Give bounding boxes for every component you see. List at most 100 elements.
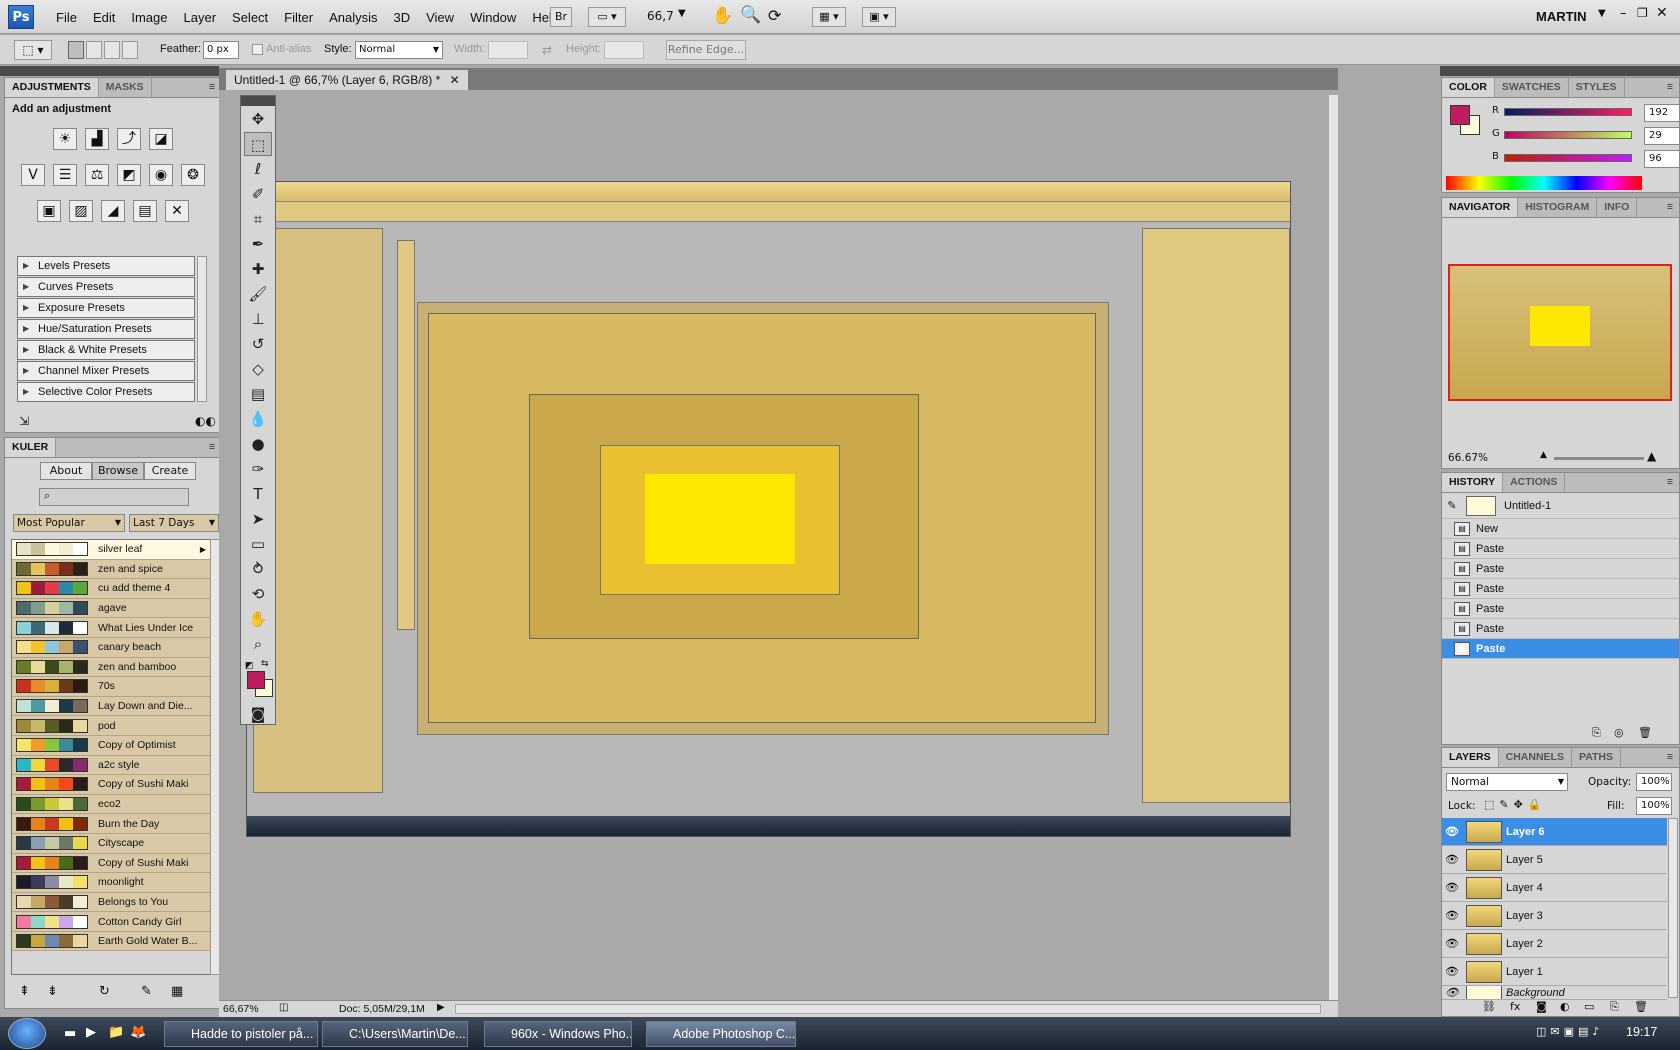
menu-select[interactable]: Select: [224, 10, 276, 25]
kuler-theme-row[interactable]: agave: [12, 598, 210, 619]
tab-layers[interactable]: LAYERS: [1442, 748, 1499, 767]
g-slider[interactable]: [1504, 131, 1632, 139]
menu-analysis[interactable]: Analysis: [321, 10, 385, 25]
kuler-theme-row[interactable]: Earth Gold Water B...: [12, 931, 210, 952]
arrange-documents-button[interactable]: ▦ ▾: [812, 7, 846, 27]
photo-filter-icon[interactable]: ◉: [149, 164, 173, 186]
move-tool-icon[interactable]: ✥: [244, 107, 272, 131]
hue-saturation-icon[interactable]: ☰: [53, 164, 77, 186]
3d-rotate-tool-icon[interactable]: ⥁: [244, 557, 272, 581]
type-tool-icon[interactable]: T: [244, 482, 272, 506]
kuler-theme-row[interactable]: Cotton Candy Girl: [12, 912, 210, 932]
new-snapshot-icon[interactable]: ◎: [1614, 726, 1624, 739]
explorer-icon[interactable]: 📁: [108, 1025, 124, 1040]
start-button[interactable]: [8, 1018, 46, 1049]
new-selection-icon[interactable]: [68, 41, 84, 59]
color-balance-icon[interactable]: ⚖: [85, 164, 109, 186]
kuler-theme-row[interactable]: Copy of Sushi Maki: [12, 853, 210, 874]
next-set-icon[interactable]: ⇟: [47, 984, 58, 999]
r-slider[interactable]: [1504, 108, 1632, 116]
feather-input[interactable]: 0 px: [203, 41, 239, 59]
kuler-theme-row[interactable]: eco2: [12, 794, 210, 815]
black-white-icon[interactable]: ◩: [117, 164, 141, 186]
tab-info[interactable]: INFO: [1597, 198, 1638, 217]
preset-levels[interactable]: Levels Presets: [17, 256, 195, 276]
layer-row[interactable]: 👁 Layer 3: [1442, 902, 1667, 930]
eye-icon[interactable]: 👁: [1442, 965, 1462, 978]
navigator-zoom-slider[interactable]: [1554, 457, 1644, 460]
intersect-selection-icon[interactable]: [122, 41, 138, 59]
layers-menu-icon[interactable]: ≡: [1661, 748, 1679, 767]
kuler-theme-row[interactable]: Burn the Day: [12, 814, 210, 834]
zoom-tool-icon[interactable]: 🔍: [740, 5, 761, 25]
zoom-tool-icon-2[interactable]: ⌕: [244, 632, 272, 656]
blend-mode-select[interactable]: Normal ▼: [1446, 773, 1568, 791]
menu-file[interactable]: File: [48, 10, 85, 25]
edit-theme-icon[interactable]: ✎: [141, 984, 152, 999]
kuler-time-select[interactable]: Last 7 Days ▼: [129, 514, 219, 532]
fill-input[interactable]: 100%: [1636, 797, 1672, 815]
close-tab-icon[interactable]: ✕: [450, 73, 460, 87]
layer-row[interactable]: 👁 Layer 6: [1442, 818, 1667, 846]
status-menu-icon[interactable]: ▶: [437, 1002, 445, 1013]
path-selection-tool-icon[interactable]: ➤: [244, 507, 272, 531]
kuler-theme-row[interactable]: Copy of Sushi Maki: [12, 775, 210, 795]
tab-channels[interactable]: CHANNELS: [1499, 748, 1572, 767]
swap-colors-icon[interactable]: ⇆: [261, 659, 269, 669]
tab-masks[interactable]: MASKS: [99, 78, 152, 97]
preset-curves[interactable]: Curves Presets: [17, 277, 195, 297]
menu-view[interactable]: View: [418, 10, 462, 25]
menu-filter[interactable]: Filter: [276, 10, 321, 25]
exposure-icon[interactable]: ◪: [149, 128, 173, 150]
chevron-down-icon[interactable]: ▼: [678, 8, 686, 19]
delete-layer-icon[interactable]: 🗑: [1634, 1000, 1648, 1013]
history-item[interactable]: ▤ Paste: [1442, 539, 1679, 559]
eyedropper-tool-icon[interactable]: ✒: [244, 232, 272, 256]
vibrance-icon[interactable]: V: [21, 164, 45, 186]
kuler-theme-row[interactable]: silver leaf ▶: [12, 540, 210, 560]
add-mask-icon[interactable]: ◙: [1536, 1000, 1547, 1013]
quick-select-tool-icon[interactable]: ✐: [244, 182, 272, 206]
taskbar-photoshop[interactable]: Adobe Photoshop C...: [646, 1021, 796, 1047]
delete-state-icon[interactable]: 🗑: [1638, 726, 1652, 739]
layer-row[interactable]: 👁 Layer 2: [1442, 930, 1667, 958]
firefox-icon[interactable]: 🦊: [130, 1025, 146, 1040]
tab-kuler[interactable]: KULER: [5, 438, 57, 457]
clock[interactable]: 19:17: [1626, 1025, 1657, 1039]
height-input[interactable]: [604, 41, 644, 59]
kuler-theme-row[interactable]: moonlight: [12, 873, 210, 893]
taskbar-photo-viewer[interactable]: 960x - Windows Pho...: [484, 1021, 632, 1047]
pen-tool-icon[interactable]: ✑: [244, 457, 272, 481]
layer-style-icon[interactable]: fx: [1510, 1000, 1520, 1013]
rotate-view-icon[interactable]: ⟳: [768, 6, 781, 25]
g-value-input[interactable]: 29: [1644, 127, 1680, 145]
opacity-input[interactable]: 100%: [1636, 773, 1672, 791]
history-brush-tool-icon[interactable]: ↺: [244, 332, 272, 356]
layer-row-background[interactable]: 👁 Background: [1442, 986, 1667, 1000]
tab-navigator[interactable]: NAVIGATOR: [1442, 198, 1519, 217]
swap-icon[interactable]: ⇄: [542, 43, 552, 57]
document-tab[interactable]: Untitled-1 @ 66,7% (Layer 6, RGB/8) * ✕: [226, 70, 468, 90]
threshold-icon[interactable]: ◢: [101, 200, 125, 222]
kuler-browse-button[interactable]: Browse: [92, 462, 144, 480]
antialias-checkbox[interactable]: [252, 44, 263, 55]
history-snapshot[interactable]: ✎ Untitled-1: [1442, 493, 1679, 519]
tab-paths[interactable]: PATHS: [1572, 748, 1622, 767]
crop-tool-icon[interactable]: ⌗: [244, 207, 272, 231]
eye-icon[interactable]: 👁: [1442, 853, 1462, 866]
clone-stamp-tool-icon[interactable]: ⊥: [244, 307, 272, 331]
close-icon[interactable]: ✕: [1656, 5, 1668, 21]
menu-image[interactable]: Image: [123, 10, 175, 25]
levels-icon[interactable]: ▟: [85, 128, 109, 150]
screen-mode-button[interactable]: ▣ ▾: [862, 7, 896, 27]
new-layer-icon[interactable]: ⎘: [1610, 1000, 1619, 1014]
b-slider[interactable]: [1504, 154, 1632, 162]
foreground-color-swatch[interactable]: [247, 671, 265, 689]
menu-layer[interactable]: Layer: [176, 10, 225, 25]
kuler-theme-row[interactable]: a2c style: [12, 755, 210, 776]
eye-icon[interactable]: 👁: [1442, 881, 1462, 894]
preset-exposure[interactable]: Exposure Presets: [17, 298, 195, 318]
eye-icon[interactable]: 👁: [1442, 937, 1462, 950]
brush-tool-icon[interactable]: 🖌: [244, 282, 272, 306]
posterize-icon[interactable]: ▨: [69, 200, 93, 222]
